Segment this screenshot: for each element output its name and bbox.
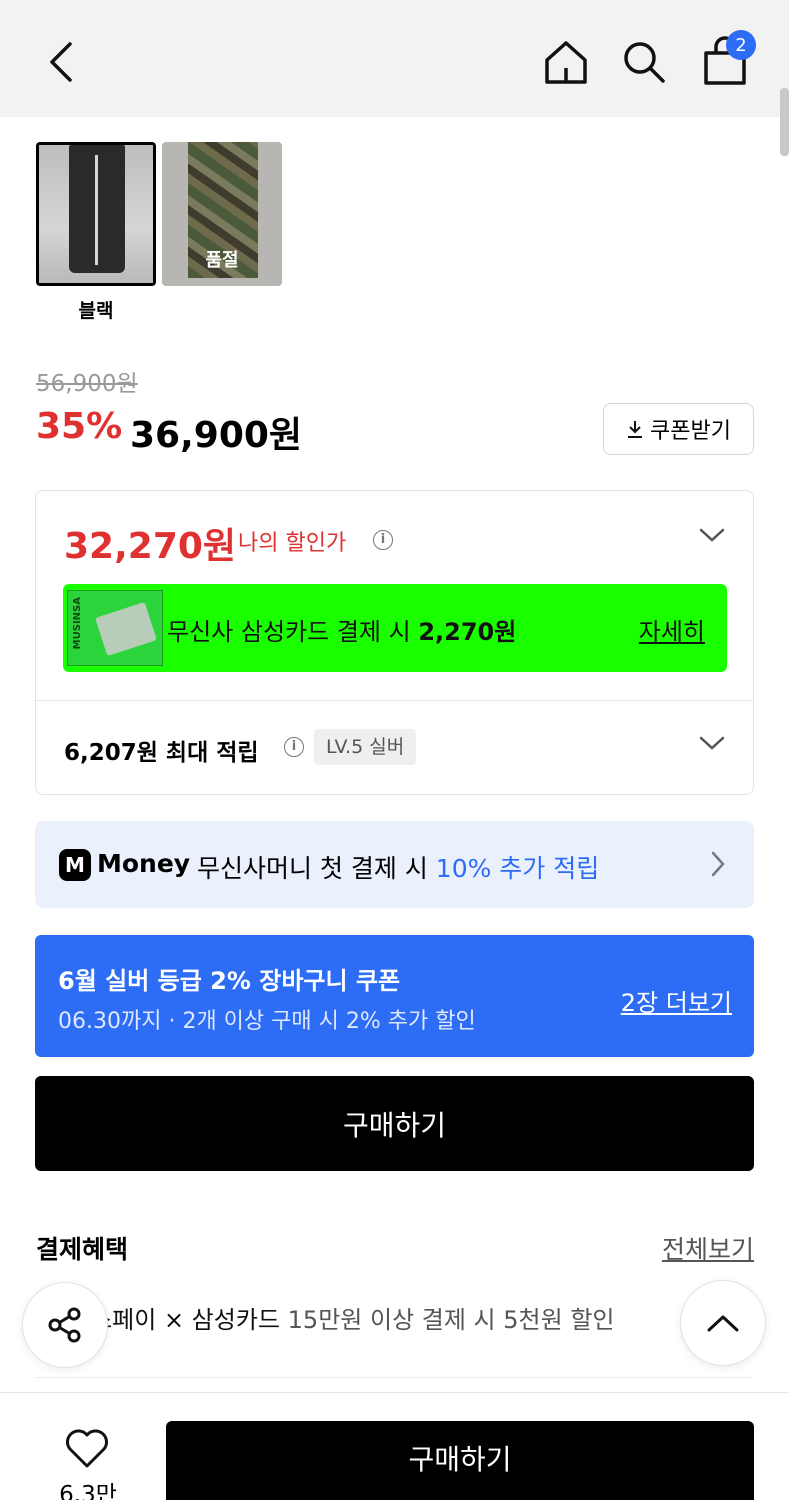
chevron-up-icon: [707, 1315, 739, 1332]
money-word: Money: [97, 849, 191, 878]
money-logo-icon: M: [59, 849, 91, 881]
money-highlight: 10% 추가 적립: [435, 854, 600, 883]
share-button[interactable]: [22, 1282, 108, 1368]
musinsa-money-banner[interactable]: M Money 무신사머니 첫 결제 시 10% 추가 적립: [35, 821, 754, 908]
back-button[interactable]: [36, 36, 88, 88]
my-discount-price-label: 나의 할인가: [238, 531, 347, 556]
more-coupons-link[interactable]: 2장 더보기: [621, 983, 732, 1018]
sale-price: 36,900원: [130, 415, 303, 456]
option-label-black: 블랙: [78, 300, 114, 322]
bottom-buy-button[interactable]: 구매하기: [166, 1421, 754, 1500]
share-icon: [48, 1307, 81, 1343]
like-button[interactable]: [64, 1429, 110, 1469]
chevron-down-icon: [699, 528, 725, 542]
info-icon[interactable]: i: [373, 530, 393, 550]
like-count: 6.3만: [59, 1482, 117, 1500]
card-promo-amount: 2,270원: [418, 618, 517, 646]
grade-coupon-banner[interactable]: 6월 실버 등급 2% 장바구니 쿠폰 06.30까지 · 2개 이상 구매 시…: [35, 935, 754, 1057]
my-discount-price: 32,270원: [64, 526, 237, 567]
card-brand-text: MUSINSA: [72, 597, 83, 650]
option-thumbnail-camo[interactable]: 품절: [162, 142, 282, 286]
discount-rate: 35%: [36, 406, 123, 447]
option-thumbnail-black[interactable]: [36, 142, 156, 286]
expand-discount-button[interactable]: [699, 527, 725, 547]
heart-icon: [66, 1429, 108, 1468]
original-price: 56,900원: [36, 371, 138, 397]
chevron-right-icon: [710, 851, 726, 881]
card-promo-details-link[interactable]: 자세히: [639, 612, 705, 647]
level-badge: LV.5 실버: [314, 729, 417, 765]
view-all-link[interactable]: 전체보기: [662, 1230, 754, 1266]
coupon-button-label: 쿠폰받기: [650, 419, 731, 444]
product-image-black-pants: [39, 145, 153, 283]
chevron-left-icon: [50, 42, 72, 82]
search-button[interactable]: [616, 34, 672, 90]
card-promo-image: MUSINSA: [67, 590, 163, 666]
sold-out-label: 품절: [205, 250, 239, 271]
grade-coupon-subtitle: 06.30까지 · 2개 이상 구매 시 2% 추가 할인: [58, 1009, 476, 1034]
expand-points-button[interactable]: [699, 735, 725, 755]
download-icon: [628, 421, 643, 438]
scrollbar[interactable]: [780, 88, 789, 156]
top-app-bar: 2: [0, 0, 789, 117]
card-promo-text: 무신사 삼성카드 결제 시 2,270원: [167, 618, 517, 646]
divider: [35, 1377, 754, 1378]
coupon-download-button[interactable]: 쿠폰받기: [603, 403, 754, 455]
card-promo-banner[interactable]: MUSINSA 무신사 삼성카드 결제 시 2,270원 자세히: [63, 584, 727, 672]
home-icon: [545, 41, 587, 84]
grade-coupon-title: 6월 실버 등급 2% 장바구니 쿠폰: [58, 967, 401, 995]
bottom-action-bar: 6.3만 구매하기: [0, 1392, 789, 1500]
payment-benefit-row[interactable]: 토스페이 × 삼성카드 15만원 이상 결제 시 5천원 할인: [36, 1300, 756, 1335]
home-button[interactable]: [538, 34, 594, 90]
divider: [36, 700, 753, 701]
scroll-to-top-button[interactable]: [680, 1280, 766, 1366]
money-promo-text: 무신사머니 첫 결제 시 10% 추가 적립: [197, 854, 600, 883]
chevron-down-icon: [699, 736, 725, 750]
buy-button[interactable]: 구매하기: [35, 1076, 754, 1171]
search-icon: [624, 42, 665, 83]
max-points-text: 6,207원 최대 적립: [64, 740, 259, 766]
cart-count-badge: 2: [726, 30, 756, 60]
cart-button[interactable]: 2: [696, 30, 756, 90]
payment-benefits-title: 결제혜택: [36, 1235, 129, 1264]
info-icon[interactable]: i: [284, 737, 304, 757]
benefit-box: 32,270원 나의 할인가 i MUSINSA 무신사 삼성카드 결제 시 2…: [35, 490, 754, 795]
